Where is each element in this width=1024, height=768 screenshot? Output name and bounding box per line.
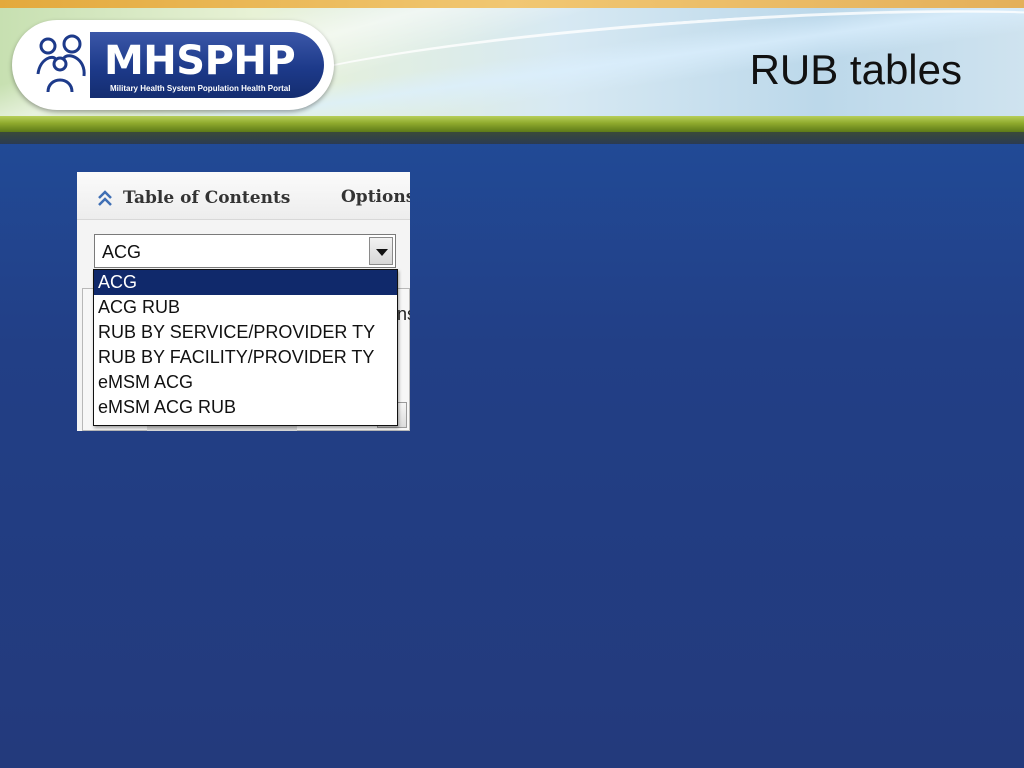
header-green-band xyxy=(0,116,1024,132)
select-value: ACG xyxy=(102,242,142,262)
mhsphp-logo: MHSPHP Military Health System Population… xyxy=(12,20,334,110)
dropdown-option[interactable]: ACG RUB xyxy=(94,295,397,320)
dropdown-option[interactable]: eMSM ACG xyxy=(94,370,397,395)
chevron-down-icon[interactable] xyxy=(369,237,393,265)
slide-title: RUB tables xyxy=(749,46,962,93)
toc-screenshot: Table of Contents Options ns ACG ACG ACG… xyxy=(77,172,410,431)
header-accent-stripe xyxy=(0,0,1024,8)
header-dark-band xyxy=(0,132,1024,144)
logo-tagline: Military Health System Population Health… xyxy=(110,84,291,93)
toc-header: Table of Contents Options xyxy=(77,172,410,220)
options-tab[interactable]: Options xyxy=(341,186,410,208)
toc-select[interactable]: ACG xyxy=(94,234,396,268)
toc-title: Table of Contents xyxy=(123,188,291,208)
dropdown-option[interactable]: RUB BY FACILITY/PROVIDER TY xyxy=(94,345,397,370)
dropdown-option[interactable]: RUB BY SERVICE/PROVIDER TY xyxy=(94,320,397,345)
obscured-scrollbar[interactable] xyxy=(147,426,297,431)
logo-name: MHSPHP xyxy=(104,38,296,84)
double-chevron-up-icon[interactable] xyxy=(96,189,114,207)
dropdown-option[interactable]: eMSM ACG RUB xyxy=(94,395,397,420)
obscured-label: ns xyxy=(397,304,410,324)
family-emblem-icon xyxy=(36,34,86,93)
dropdown-option[interactable]: ACG xyxy=(94,270,397,295)
select-dropdown-list: ACG ACG RUB RUB BY SERVICE/PROVIDER TY R… xyxy=(93,269,398,426)
